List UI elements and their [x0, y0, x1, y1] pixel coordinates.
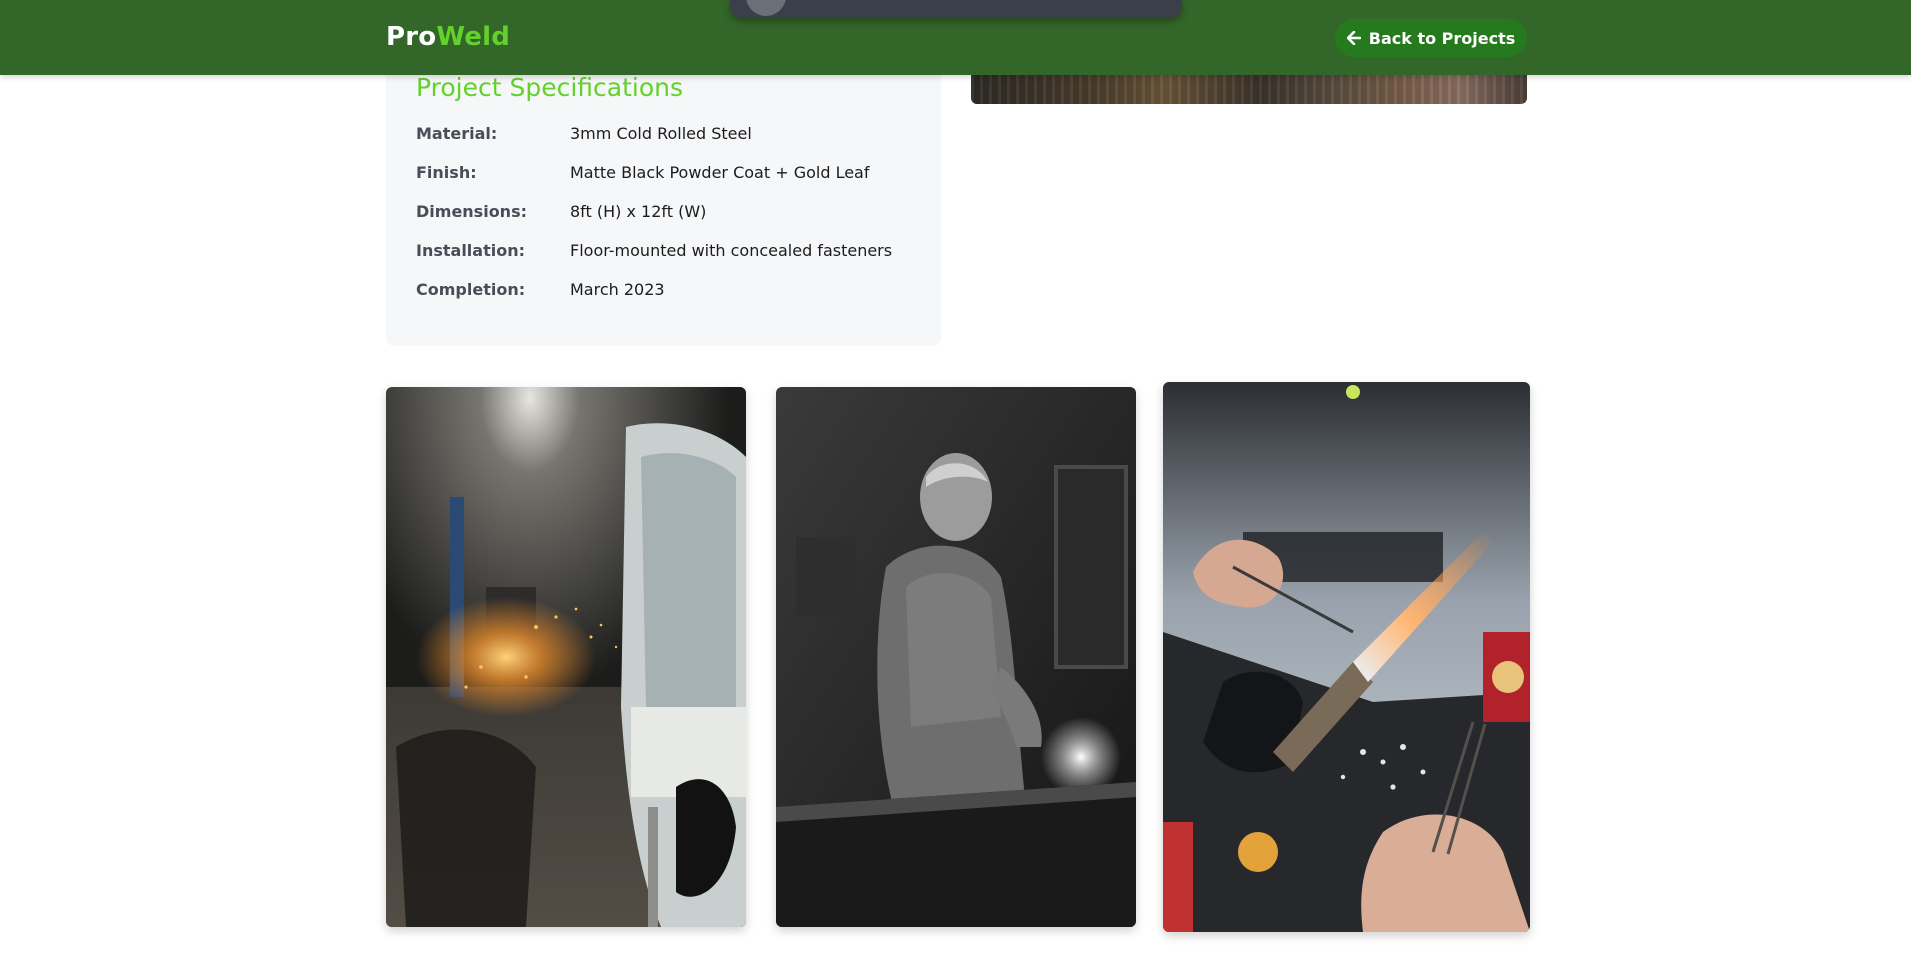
- spec-row-installation: Installation: Floor-mounted with conceal…: [416, 238, 892, 262]
- gallery-image-welder[interactable]: [776, 387, 1136, 927]
- back-button-label: Back to Projects: [1368, 28, 1516, 48]
- spec-row-dimensions: Dimensions: 8ft (H) x 12ft (W): [416, 199, 706, 223]
- floating-toolbar[interactable]: [730, 0, 1182, 18]
- spec-row-completion: Completion: March 2023: [416, 277, 665, 301]
- avatar[interactable]: [746, 0, 786, 16]
- spec-value: 3mm Cold Rolled Steel: [570, 123, 752, 143]
- spec-row-material: Material: 3mm Cold Rolled Steel: [416, 121, 752, 145]
- specifications-card: Project Specifications Material: 3mm Col…: [386, 40, 941, 346]
- logo-text-weld: Weld: [436, 22, 511, 52]
- logo-text-pro: Pro: [386, 22, 437, 52]
- spec-row-finish: Finish: Matte Black Powder Coat + Gold L…: [416, 160, 869, 184]
- spec-label: Material:: [416, 123, 498, 143]
- spec-label: Dimensions:: [416, 201, 527, 221]
- back-to-projects-button[interactable]: Back to Projects: [1335, 19, 1527, 57]
- specifications-title: Project Specifications: [416, 73, 684, 102]
- spec-value: Matte Black Powder Coat + Gold Leaf: [570, 162, 870, 182]
- spec-value: March 2023: [570, 279, 665, 299]
- spec-label: Completion:: [416, 279, 526, 299]
- spec-value: Floor-mounted with concealed fasteners: [570, 240, 893, 260]
- spec-label: Installation:: [416, 240, 525, 260]
- gallery-image-torch-work[interactable]: [1163, 382, 1530, 932]
- gallery-image-grinding-sparks[interactable]: [386, 387, 746, 927]
- spec-value: 8ft (H) x 12ft (W): [570, 201, 707, 221]
- logo[interactable]: ProWeld: [386, 22, 510, 52]
- spec-label: Finish:: [416, 162, 477, 182]
- arrow-left-icon: [1346, 31, 1361, 45]
